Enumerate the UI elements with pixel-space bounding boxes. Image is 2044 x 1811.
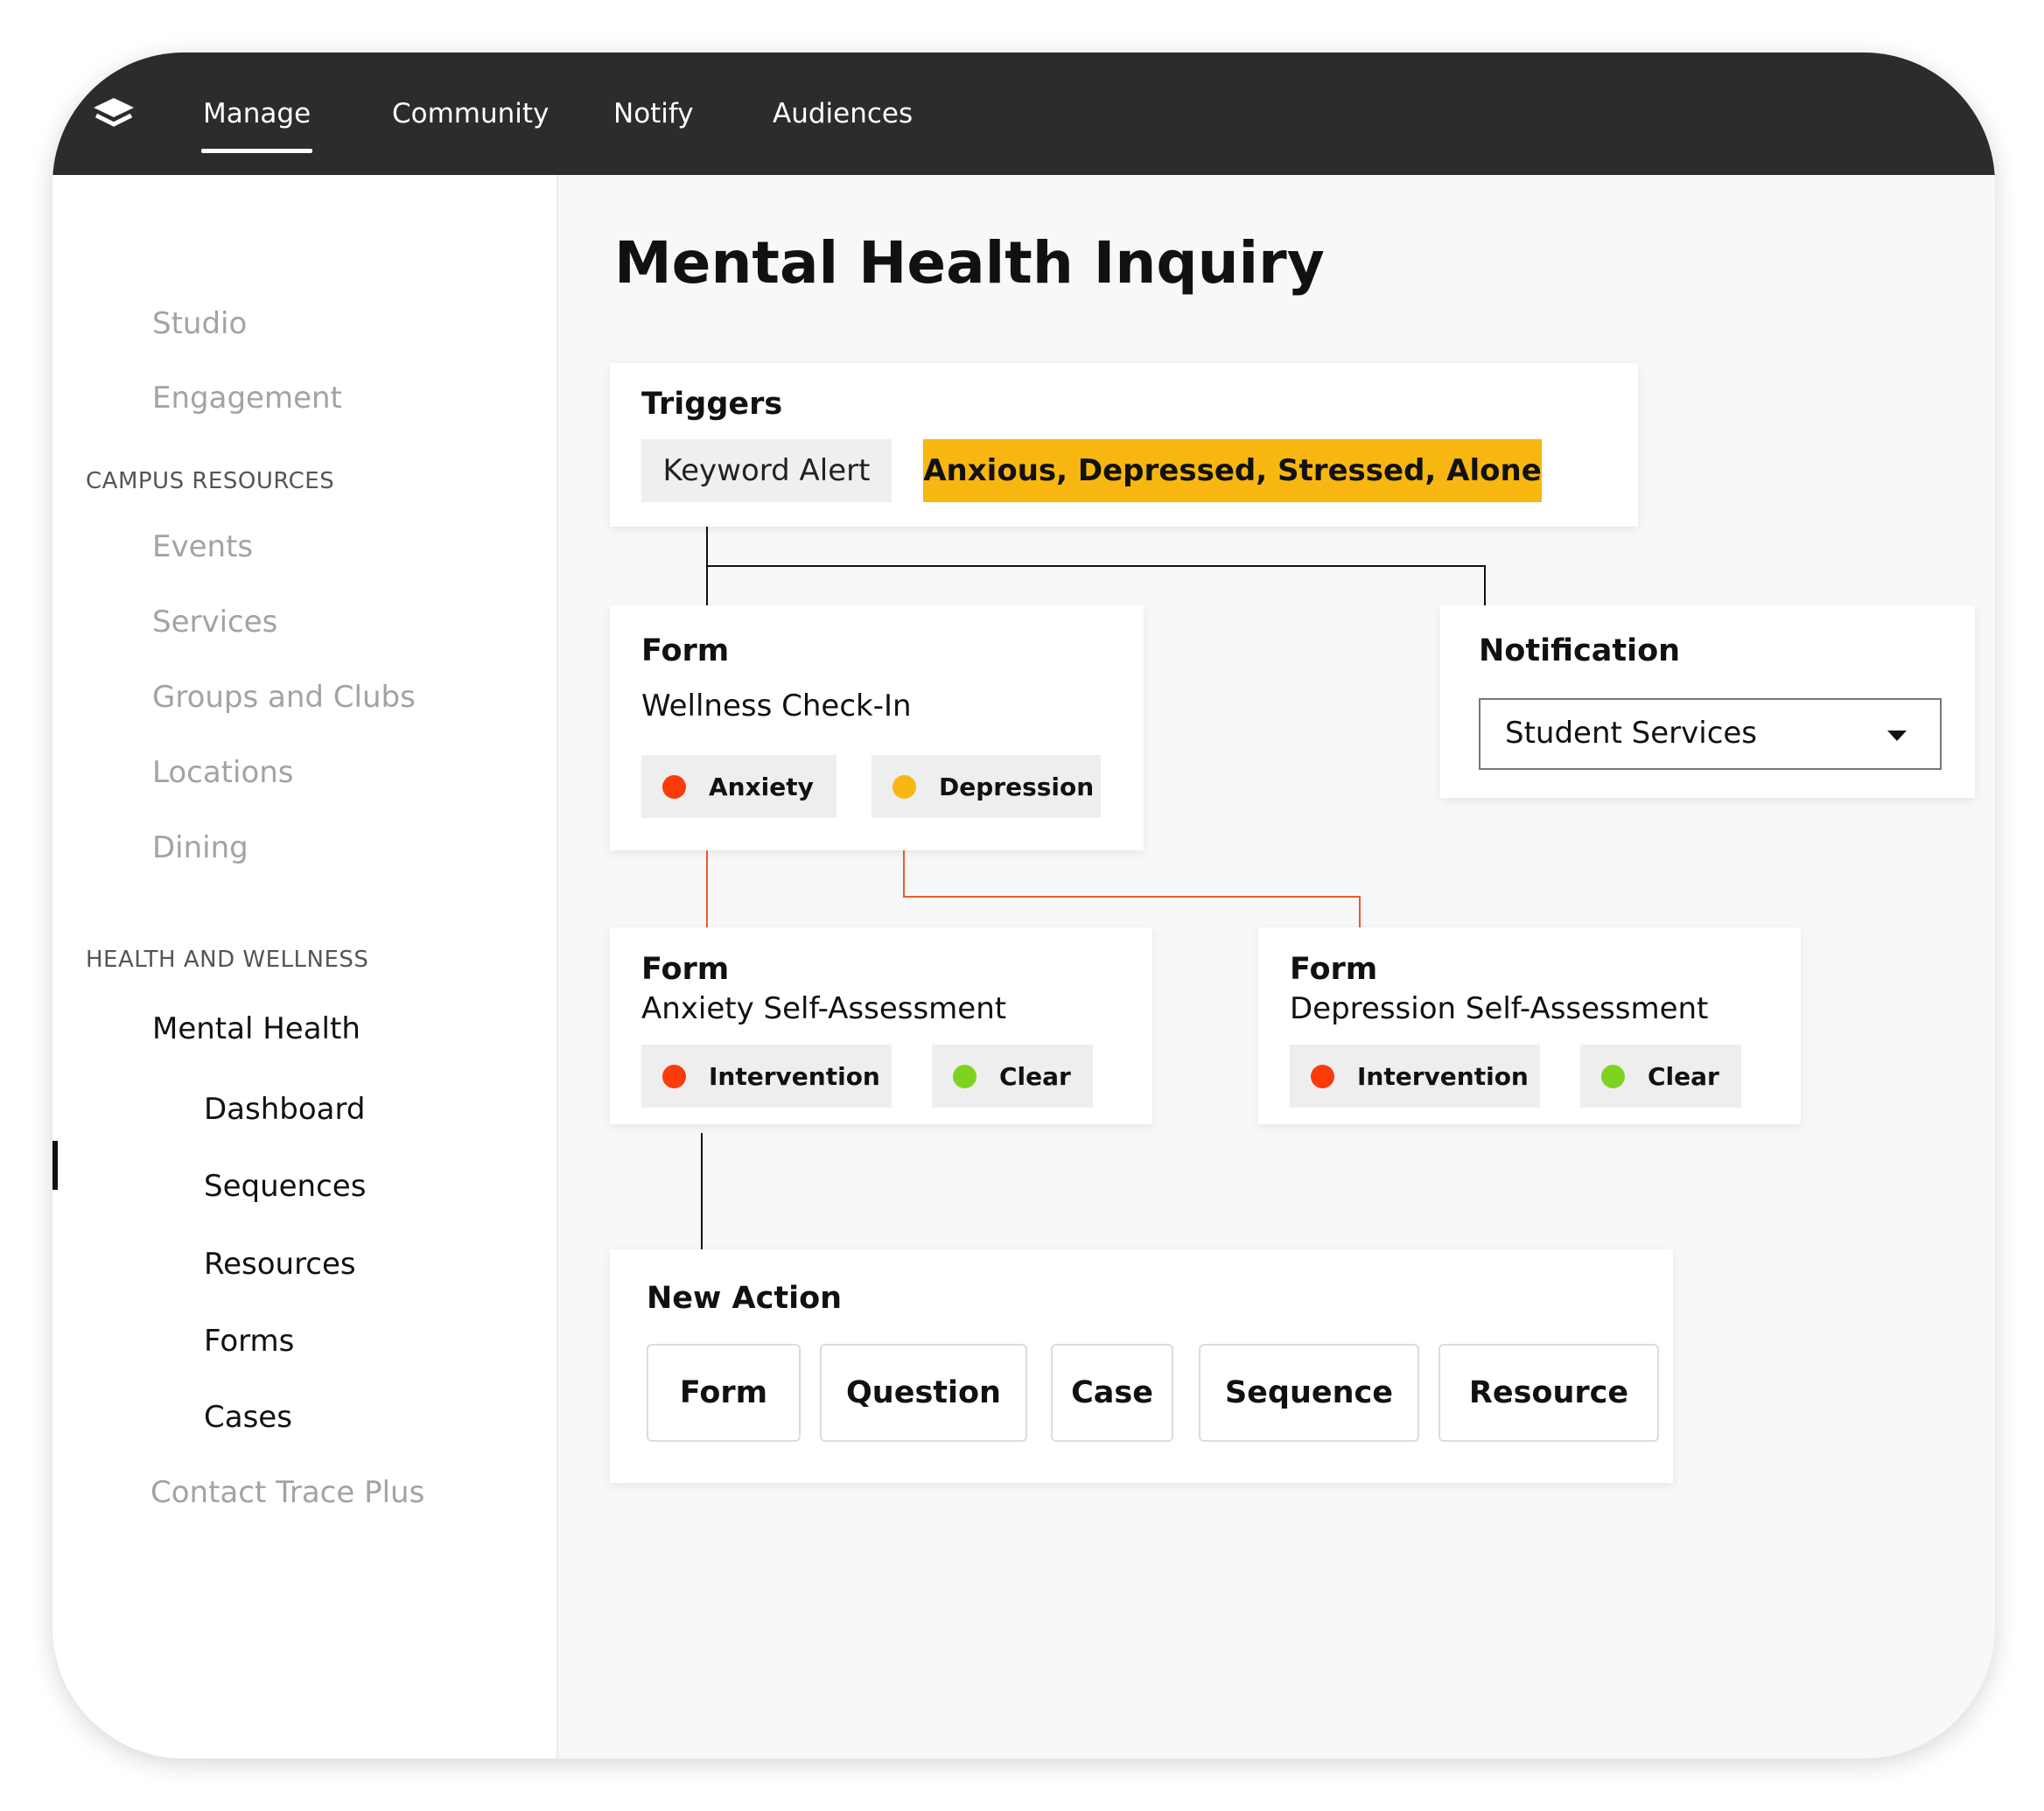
new-action-title: New Action [647, 1281, 843, 1316]
anxiety-intervention-chip[interactable]: Intervention [641, 1045, 892, 1108]
depression-chip-label: Depression [939, 772, 1095, 801]
nav-community[interactable]: Community [392, 52, 549, 175]
depression-form-title: Form [1290, 952, 1378, 987]
sidebar-item-resources[interactable]: Resources [204, 1243, 356, 1285]
red-status-dot-icon [662, 1064, 686, 1088]
new-action-card: New Action Form Question Case Sequence R… [610, 1249, 1673, 1483]
sidebar-item-services[interactable]: Services [152, 601, 277, 643]
nav-manage[interactable]: Manage [200, 52, 313, 175]
page-title: Mental Health Inquiry [614, 229, 1325, 297]
sidebar-item-dining[interactable]: Dining [152, 827, 248, 869]
wellness-form-name: Wellness Check-In [641, 689, 912, 724]
green-status-dot-icon [1601, 1064, 1625, 1088]
new-case-button[interactable]: Case [1051, 1344, 1173, 1442]
sidebar-item-events[interactable]: Events [152, 526, 253, 568]
anxiety-chip-label: Anxiety [709, 772, 814, 801]
yellow-status-dot-icon [892, 774, 916, 799]
anxiety-clear-label: Clear [999, 1061, 1071, 1091]
new-question-button[interactable]: Question [820, 1344, 1027, 1442]
sidebar-item-studio[interactable]: Studio [152, 303, 247, 345]
depression-intervention-chip[interactable]: Intervention [1290, 1045, 1540, 1108]
depression-assessment-card[interactable]: Form Depression Self-Assessment Interven… [1258, 927, 1801, 1124]
new-form-button[interactable]: Form [647, 1344, 801, 1442]
depression-clear-label: Clear [1648, 1061, 1719, 1091]
notification-recipient-value: Student Services [1505, 716, 1758, 751]
caret-down-icon [1887, 731, 1907, 741]
sidebar-item-engagement[interactable]: Engagement [152, 377, 342, 419]
nav-notify[interactable]: Notify [613, 52, 694, 175]
wellness-form-card[interactable]: Form Wellness Check-In Anxiety Depressio… [610, 605, 1144, 850]
red-status-dot-icon [662, 774, 686, 799]
trigger-keywords-tag[interactable]: Anxious, Depressed, Stressed, Alone [923, 439, 1542, 502]
red-status-dot-icon [1311, 1064, 1334, 1088]
depression-form-name: Depression Self-Assessment [1290, 991, 1709, 1026]
anxiety-clear-chip[interactable]: Clear [932, 1045, 1093, 1108]
sidebar-item-dashboard[interactable]: Dashboard [204, 1088, 365, 1130]
keyword-alert-tag[interactable]: Keyword Alert [641, 439, 892, 502]
sidebar-item-groups-and-clubs[interactable]: Groups and Clubs [152, 676, 416, 718]
sidebar: Studio Engagement CAMPUS RESOURCES Event… [52, 175, 558, 1759]
sidebar-item-contact-trace-plus[interactable]: Contact Trace Plus [150, 1472, 424, 1514]
anxiety-form-name: Anxiety Self-Assessment [641, 991, 1007, 1026]
new-resource-button[interactable]: Resource [1438, 1344, 1659, 1442]
sidebar-item-sequences[interactable]: Sequences [204, 1165, 366, 1207]
notification-recipient-select[interactable]: Student Services [1479, 698, 1942, 770]
notification-card: Notification Student Services [1440, 605, 1975, 798]
depression-clear-chip[interactable]: Clear [1580, 1045, 1741, 1108]
anxiety-chip[interactable]: Anxiety [641, 755, 836, 818]
depression-intervention-label: Intervention [1357, 1061, 1529, 1091]
nav-audiences[interactable]: Audiences [773, 52, 913, 175]
new-sequence-button[interactable]: Sequence [1199, 1344, 1419, 1442]
sidebar-item-locations[interactable]: Locations [152, 752, 294, 794]
anxiety-assessment-card[interactable]: Form Anxiety Self-Assessment Interventio… [610, 927, 1152, 1124]
app-window: Manage Community Notify Audiences Studio… [52, 52, 1995, 1759]
health-wellness-heading: HEALTH AND WELLNESS [86, 947, 369, 973]
depression-chip[interactable]: Depression [872, 755, 1101, 818]
top-nav-bar: Manage Community Notify Audiences [52, 52, 1995, 175]
campus-resources-heading: CAMPUS RESOURCES [86, 468, 335, 494]
layers-logo-icon[interactable] [92, 96, 136, 131]
sidebar-item-mental-health[interactable]: Mental Health [152, 1008, 360, 1050]
anxiety-form-title: Form [641, 952, 730, 987]
triggers-title: Triggers [641, 387, 783, 422]
notification-title: Notification [1479, 633, 1681, 668]
triggers-card: Triggers Keyword Alert Anxious, Depresse… [610, 363, 1638, 527]
active-item-indicator [52, 1141, 58, 1190]
anxiety-intervention-label: Intervention [709, 1061, 880, 1091]
sidebar-item-forms[interactable]: Forms [204, 1320, 294, 1362]
green-status-dot-icon [953, 1064, 976, 1088]
wellness-form-title: Form [641, 633, 730, 668]
sidebar-item-cases[interactable]: Cases [204, 1396, 292, 1438]
